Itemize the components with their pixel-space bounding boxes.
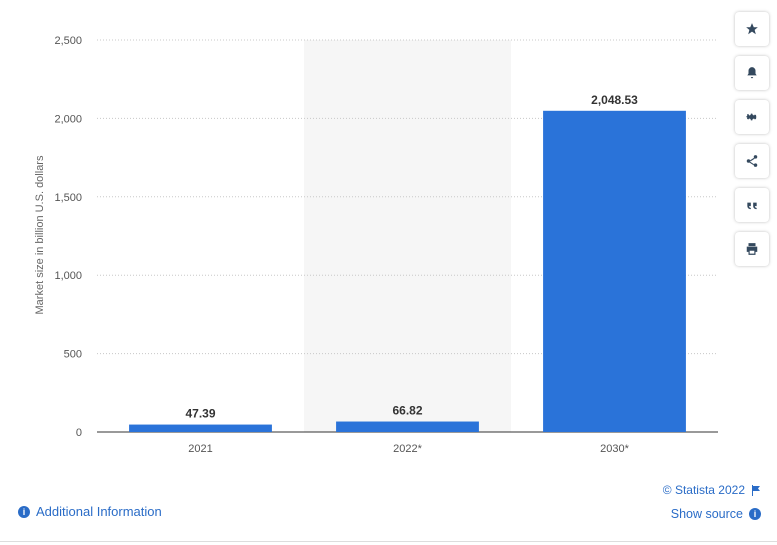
additional-information-link[interactable]: i Additional Information <box>18 504 162 519</box>
y-tick-label: 2,500 <box>54 35 82 47</box>
y-axis-label: Market size in billion U.S. dollars <box>34 155 46 315</box>
print-button[interactable] <box>735 232 769 266</box>
info-icon: i <box>18 505 30 518</box>
share-button[interactable] <box>735 144 769 178</box>
y-tick-label: 1,000 <box>54 270 82 282</box>
bottom-divider <box>0 541 777 542</box>
gear-icon <box>745 113 758 121</box>
x-tick-label: 2021 <box>188 443 212 455</box>
show-source-link[interactable]: Show source i <box>671 507 761 521</box>
y-tick-label: 1,500 <box>54 192 82 204</box>
print-icon <box>746 243 758 255</box>
bar <box>129 424 272 432</box>
share-icon <box>746 155 758 167</box>
show-source-label: Show source <box>670 507 743 521</box>
x-tick-label: 2030* <box>600 443 629 455</box>
data-label: 66.82 <box>392 404 422 418</box>
data-label: 47.39 <box>185 407 215 421</box>
flag-icon <box>752 484 760 496</box>
favorite-button[interactable] <box>735 12 769 46</box>
bell-icon <box>747 67 757 79</box>
settings-button[interactable] <box>735 100 769 134</box>
additional-information-label: Additional Information <box>36 504 162 519</box>
highlight-band <box>304 40 511 432</box>
data-label: 2,048.53 <box>591 93 638 107</box>
credit-label: © Statista 2022 <box>662 483 745 497</box>
y-tick-label: 2,000 <box>54 113 82 125</box>
y-tick-label: 500 <box>64 349 82 361</box>
quote-icon <box>747 202 757 210</box>
x-tick-label: 2022* <box>393 443 422 455</box>
star-icon <box>746 23 758 35</box>
bar <box>336 421 479 432</box>
notification-button[interactable] <box>735 56 769 90</box>
bar-chart: 0 500 1,000 1,500 2,000 2,500 47.39 2021 66.82 20… <box>54 35 718 455</box>
bar <box>543 110 686 432</box>
statista-credit[interactable]: © Statista 2022 <box>663 483 761 497</box>
y-tick-label: 0 <box>76 427 82 439</box>
cite-button[interactable] <box>735 188 769 222</box>
side-toolbar <box>735 12 771 276</box>
info-icon: i <box>749 508 761 520</box>
